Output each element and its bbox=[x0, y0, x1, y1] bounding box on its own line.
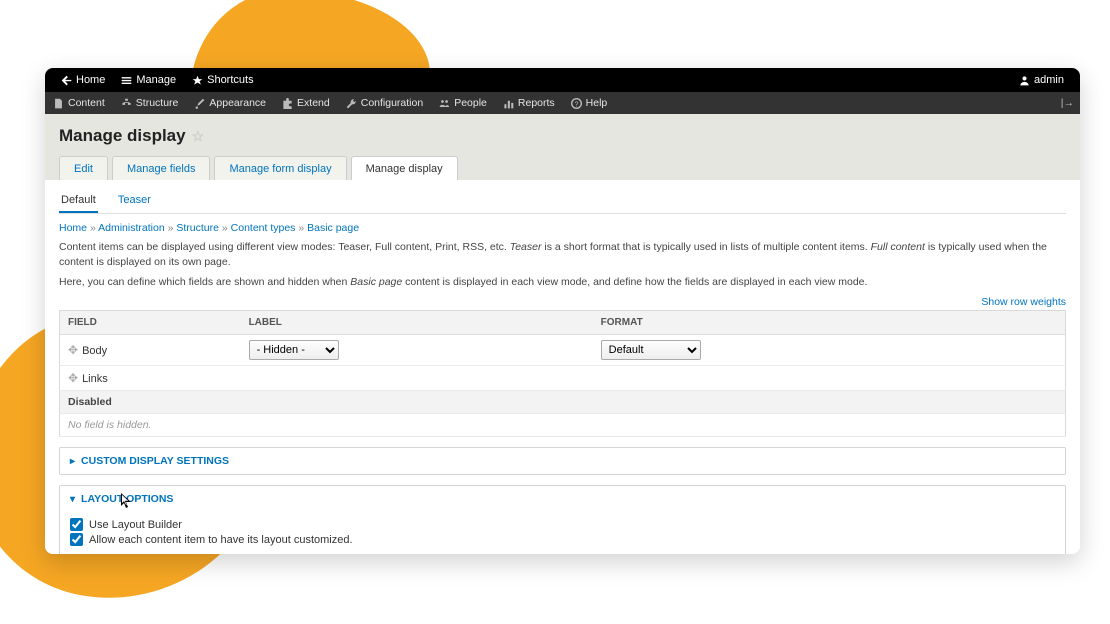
favorite-toggle[interactable]: ☆ bbox=[192, 128, 205, 145]
allow-custom-layout-checkbox[interactable]: Allow each content item to have its layo… bbox=[70, 533, 1055, 546]
breadcrumb: Home » Administration » Structure » Cont… bbox=[59, 222, 1066, 234]
help-icon: ? bbox=[571, 98, 582, 109]
field-display-table: Field Label Format ✥Body - Hidden - Defa… bbox=[59, 310, 1066, 437]
menu-icon bbox=[121, 75, 132, 86]
crumb-content-types[interactable]: Content types bbox=[231, 222, 296, 234]
col-label: Label bbox=[241, 311, 593, 335]
menu-configuration[interactable]: Configuration bbox=[338, 97, 431, 109]
star-icon bbox=[192, 75, 203, 86]
show-row-weights-link[interactable]: Show row weights bbox=[981, 296, 1066, 308]
toolbar: Home Manage Shortcuts admin bbox=[45, 68, 1080, 92]
puzzle-icon bbox=[282, 98, 293, 109]
secondary-tabs: Default Teaser bbox=[59, 190, 1066, 214]
shortcuts-link[interactable]: Shortcuts bbox=[184, 74, 261, 86]
field-row-body: ✥Body - Hidden - Default bbox=[60, 335, 1066, 366]
col-format: Format bbox=[593, 311, 1066, 335]
wrench-icon bbox=[346, 98, 357, 109]
layout-options[interactable]: Layout Options Use Layout Builder Allow … bbox=[59, 485, 1066, 554]
tab-manage-fields[interactable]: Manage fields bbox=[112, 156, 211, 180]
primary-tabs: Edit Manage fields Manage form display M… bbox=[59, 156, 1066, 180]
document-icon bbox=[53, 98, 64, 109]
menu-people[interactable]: People bbox=[431, 97, 495, 109]
back-arrow-icon bbox=[61, 75, 72, 86]
custom-display-settings[interactable]: Custom Display Settings bbox=[59, 447, 1066, 475]
collapse-icon[interactable]: |→ bbox=[1055, 97, 1080, 109]
menu-reports[interactable]: Reports bbox=[495, 97, 563, 109]
custom-display-summary[interactable]: Custom Display Settings bbox=[60, 448, 1065, 474]
app-window: Home Manage Shortcuts admin Content Stru… bbox=[45, 68, 1080, 554]
drag-handle-icon[interactable]: ✥ bbox=[68, 343, 78, 357]
page-title: Manage display☆ bbox=[59, 126, 1066, 146]
drag-handle-icon[interactable]: ✥ bbox=[68, 371, 78, 385]
subtab-teaser[interactable]: Teaser bbox=[116, 190, 153, 213]
crumb-admin[interactable]: Administration bbox=[98, 222, 165, 234]
menu-structure[interactable]: Structure bbox=[113, 97, 187, 109]
tab-manage-form-display[interactable]: Manage form display bbox=[214, 156, 346, 180]
use-layout-builder-checkbox[interactable]: Use Layout Builder bbox=[70, 518, 1055, 531]
user-icon bbox=[1019, 75, 1030, 86]
disabled-header: Disabled bbox=[60, 391, 1066, 414]
col-field: Field bbox=[60, 311, 241, 335]
crumb-structure[interactable]: Structure bbox=[176, 222, 219, 234]
back-home-link[interactable]: Home bbox=[53, 74, 113, 86]
no-hidden-row: No field is hidden. bbox=[60, 414, 1066, 437]
brush-icon bbox=[194, 98, 205, 109]
tab-edit[interactable]: Edit bbox=[59, 156, 108, 180]
svg-text:?: ? bbox=[574, 101, 578, 108]
tab-manage-display[interactable]: Manage display bbox=[351, 156, 458, 180]
menu-content[interactable]: Content bbox=[45, 97, 113, 109]
people-icon bbox=[439, 98, 450, 109]
crumb-basic-page[interactable]: Basic page bbox=[307, 222, 359, 234]
description-1: Content items can be displayed using dif… bbox=[59, 240, 1066, 269]
menu-help[interactable]: ?Help bbox=[563, 97, 616, 109]
field-row-links: ✥Links bbox=[60, 366, 1066, 391]
body-label-select[interactable]: - Hidden - bbox=[249, 340, 339, 360]
menu-extend[interactable]: Extend bbox=[274, 97, 338, 109]
manage-toggle[interactable]: Manage bbox=[113, 74, 184, 86]
description-2: Here, you can define which fields are sh… bbox=[59, 275, 1066, 290]
title-region: Manage display☆ Edit Manage fields Manag… bbox=[45, 114, 1080, 180]
crumb-home[interactable]: Home bbox=[59, 222, 87, 234]
body-format-select[interactable]: Default bbox=[601, 340, 701, 360]
admin-menu: Content Structure Appearance Extend Conf… bbox=[45, 92, 1080, 114]
tree-icon bbox=[121, 98, 132, 109]
content-region: Default Teaser Home » Administration » S… bbox=[45, 180, 1080, 554]
bar-chart-icon bbox=[503, 98, 514, 109]
user-menu[interactable]: admin bbox=[1011, 74, 1072, 86]
menu-appearance[interactable]: Appearance bbox=[186, 97, 274, 109]
layout-options-summary[interactable]: Layout Options bbox=[60, 486, 1065, 512]
subtab-default[interactable]: Default bbox=[59, 190, 98, 213]
